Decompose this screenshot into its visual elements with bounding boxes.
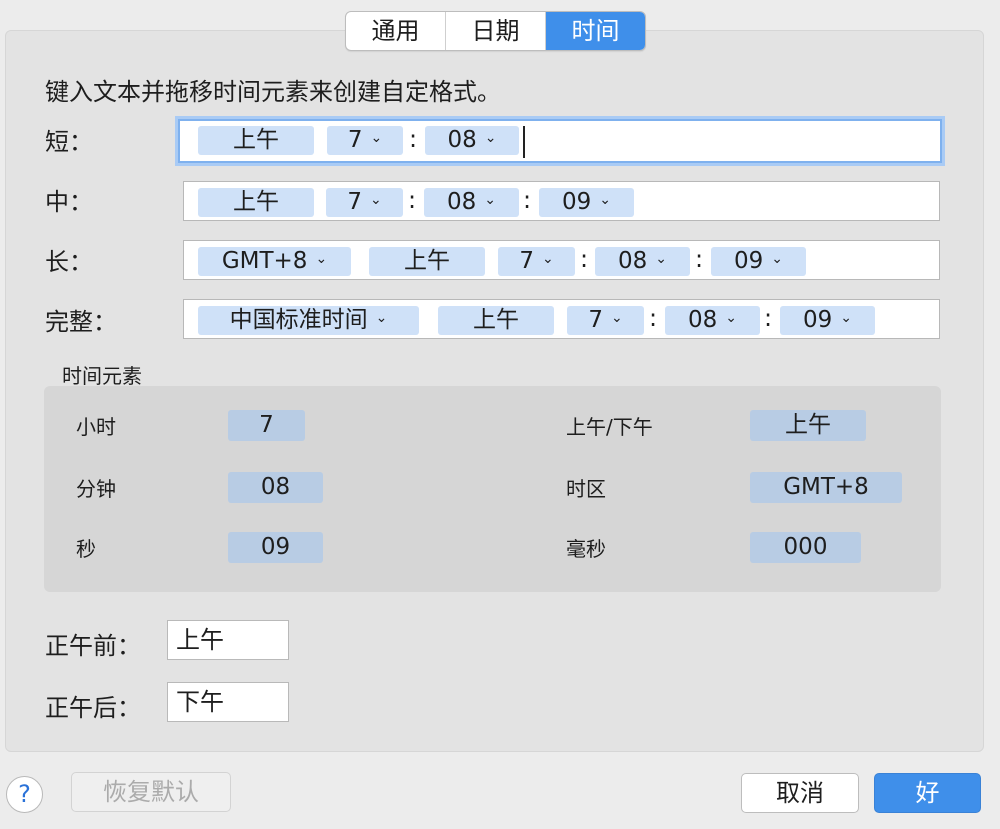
token-timezone[interactable]: GMT+8 ⌄ <box>198 247 351 276</box>
ampm-element[interactable]: 上午 <box>750 410 866 441</box>
timezone-element[interactable]: GMT+8 <box>750 472 902 503</box>
separator: : <box>649 304 658 332</box>
timezone-label: 时区 <box>566 477 606 501</box>
hour-label: 小时 <box>76 415 116 439</box>
token-hour[interactable]: 7 ⌄ <box>327 126 403 155</box>
cancel-button[interactable]: 取消 <box>741 773 859 813</box>
token-second[interactable]: 09 ⌄ <box>711 247 806 276</box>
chevron-down-icon: ⌄ <box>484 192 496 208</box>
long-format-field[interactable]: GMT+8 ⌄ 上午 7 ⌄ : 08 ⌄ : 09 ⌄ <box>183 240 940 280</box>
token-minute[interactable]: 08 ⌄ <box>424 188 519 217</box>
chevron-down-icon: ⌄ <box>771 251 783 267</box>
chevron-down-icon: ⌄ <box>541 251 554 267</box>
separator: : <box>523 186 532 214</box>
millisecond-element[interactable]: 000 <box>750 532 861 563</box>
minute-label: 分钟 <box>76 477 116 501</box>
chevron-down-icon: ⌄ <box>610 310 623 326</box>
separator: : <box>580 245 589 273</box>
second-label: 秒 <box>76 537 96 561</box>
token-ampm[interactable]: 上午 <box>198 188 314 217</box>
separator: : <box>695 245 704 273</box>
tab-date[interactable]: 日期 <box>446 12 546 50</box>
short-format-field[interactable]: 上午 7 ⌄ : 08 ⌄ <box>178 119 942 163</box>
separator: : <box>408 186 417 214</box>
chevron-down-icon: ⌄ <box>369 192 382 208</box>
tab-time[interactable]: 时间 <box>546 12 645 50</box>
short-label: 短： <box>45 128 93 156</box>
chevron-down-icon: ⌄ <box>840 310 852 326</box>
token-second[interactable]: 09 ⌄ <box>780 306 875 335</box>
full-label: 完整： <box>45 308 117 336</box>
long-label: 长： <box>45 248 93 276</box>
chevron-down-icon: ⌄ <box>655 251 667 267</box>
millisecond-label: 毫秒 <box>566 537 606 561</box>
tab-general[interactable]: 通用 <box>346 12 446 50</box>
chevron-down-icon: ⌄ <box>315 251 328 267</box>
minute-element[interactable]: 08 <box>228 472 323 503</box>
full-format-field[interactable]: 中国标准时间 ⌄ 上午 7 ⌄ : 08 ⌄ : 09 ⌄ <box>183 299 940 339</box>
token-hour[interactable]: 7 ⌄ <box>567 306 644 335</box>
help-button[interactable]: ? <box>6 776 43 813</box>
separator: : <box>409 125 418 153</box>
token-hour[interactable]: 7 ⌄ <box>326 188 403 217</box>
token-minute[interactable]: 08 ⌄ <box>425 126 519 155</box>
chevron-down-icon: ⌄ <box>484 130 497 146</box>
chevron-down-icon: ⌄ <box>599 192 611 208</box>
token-ampm[interactable]: 上午 <box>438 306 554 335</box>
chevron-down-icon: ⌄ <box>725 310 737 326</box>
token-hour[interactable]: 7 ⌄ <box>498 247 575 276</box>
chevron-down-icon: ⌄ <box>370 130 383 146</box>
medium-format-field[interactable]: 上午 7 ⌄ : 08 ⌄ : 09 ⌄ <box>183 181 940 221</box>
token-ampm[interactable]: 上午 <box>198 126 314 155</box>
instruction-text: 键入文本并拖移时间元素来创建自定格式。 <box>45 78 501 106</box>
ok-button[interactable]: 好 <box>874 773 981 813</box>
medium-label: 中： <box>45 188 93 216</box>
second-element[interactable]: 09 <box>228 532 323 563</box>
token-timezone-name[interactable]: 中国标准时间 ⌄ <box>198 306 419 335</box>
separator: : <box>764 304 773 332</box>
hour-element[interactable]: 7 <box>228 410 305 441</box>
tab-control: 通用 日期 时间 <box>345 11 646 51</box>
before-noon-label: 正午前： <box>45 632 141 660</box>
chevron-down-icon: ⌄ <box>375 310 388 326</box>
time-elements-title: 时间元素 <box>62 364 142 388</box>
after-noon-field[interactable]: 下午 <box>167 682 289 722</box>
token-minute[interactable]: 08 ⌄ <box>665 306 760 335</box>
restore-defaults-button: 恢复默认 <box>71 772 231 812</box>
token-minute[interactable]: 08 ⌄ <box>595 247 690 276</box>
token-ampm[interactable]: 上午 <box>369 247 485 276</box>
text-caret <box>523 126 525 158</box>
ampm-label: 上午/下午 <box>566 415 653 439</box>
token-second[interactable]: 09 ⌄ <box>539 188 634 217</box>
before-noon-field[interactable]: 上午 <box>167 620 289 660</box>
time-elements-box: 小时 7 分钟 08 秒 09 上午/下午 上午 时区 GMT+8 毫秒 000 <box>44 386 941 592</box>
after-noon-label: 正午后： <box>45 694 141 722</box>
